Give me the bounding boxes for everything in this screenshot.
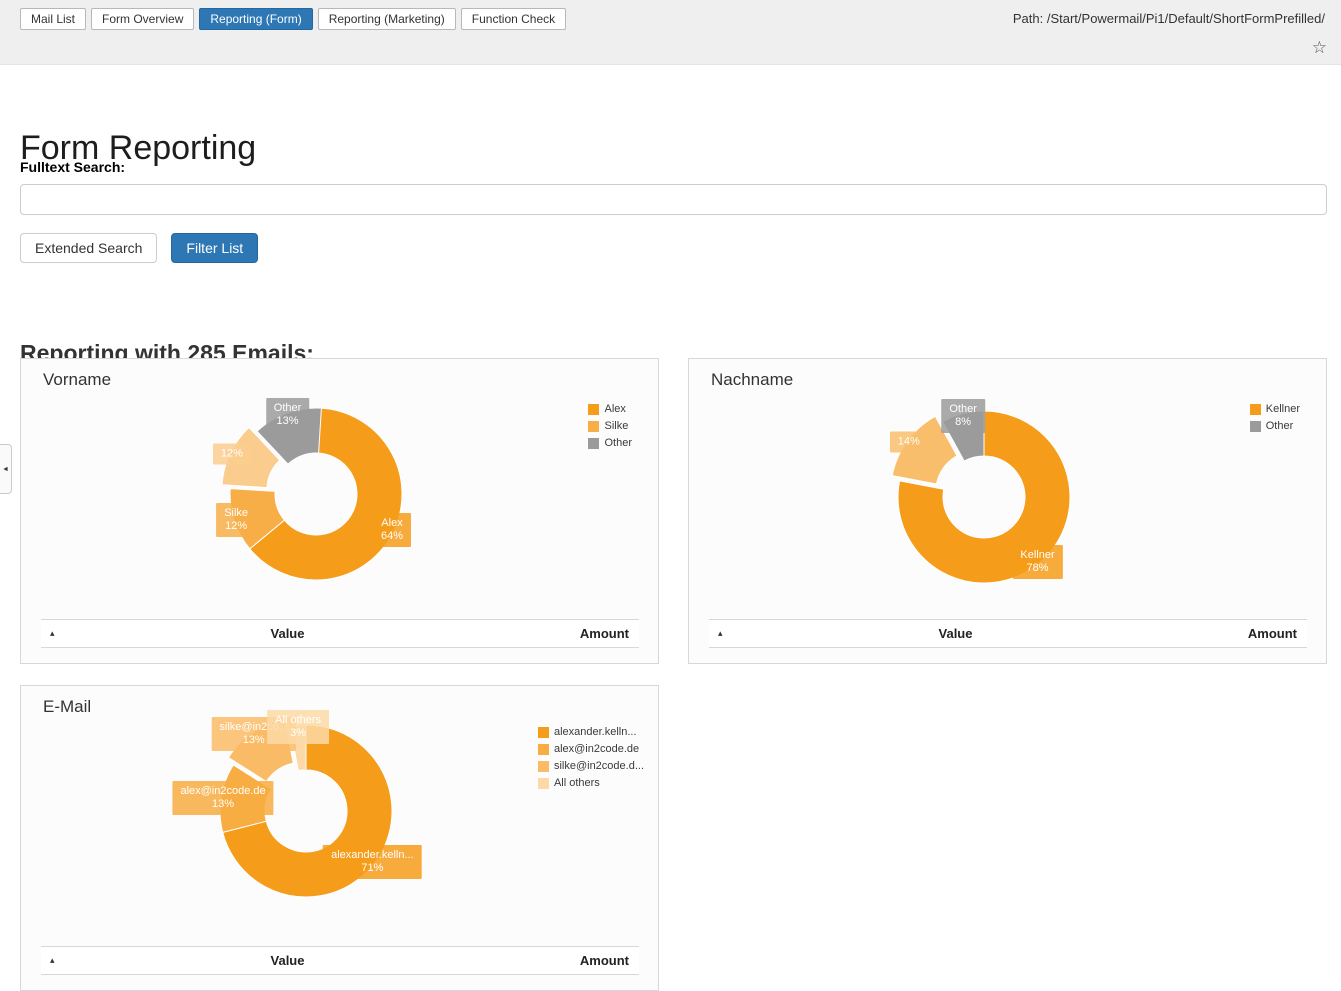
topbar: Mail List Form Overview Reporting (Form)… xyxy=(0,0,1341,65)
collapse-arrow-icon: ◄ xyxy=(2,466,9,473)
legend-swatch-icon xyxy=(538,778,549,789)
legend-item[interactable]: Other xyxy=(1250,420,1300,432)
results-table-header: ▴ Value Amount xyxy=(709,619,1307,648)
value-column-header[interactable]: Value xyxy=(76,626,499,641)
amount-column-header[interactable]: Amount xyxy=(499,626,639,641)
legend-swatch-icon xyxy=(588,404,599,415)
slice-label: 14% xyxy=(890,432,928,453)
panel-email: E-Mail alexander.kelln...71%alex@in2code… xyxy=(20,685,659,991)
slice-label: alexander.kelln...71% xyxy=(323,845,422,879)
search-button-row: Extended Search Filter List xyxy=(20,233,258,263)
legend-label: Alex xyxy=(604,403,625,415)
filter-list-button[interactable]: Filter List xyxy=(171,233,258,263)
slice-label: alex@in2code.de13% xyxy=(172,781,273,815)
sort-asc-icon[interactable]: ▴ xyxy=(41,628,76,639)
legend-item[interactable]: Kellner xyxy=(1250,403,1300,415)
breadcrumb-path: Path: /Start/Powermail/Pi1/Default/Short… xyxy=(1013,11,1325,26)
fulltext-search-input[interactable] xyxy=(20,184,1327,215)
topbar-button-reporting-marketing[interactable]: Reporting (Marketing) xyxy=(318,8,456,30)
sort-asc-icon[interactable]: ▴ xyxy=(41,955,76,966)
chart-legend: Kellner Other xyxy=(1250,403,1300,432)
panel-nachname: Nachname Kellner78%14%Other8% KellnerOth… xyxy=(688,358,1327,664)
legend-swatch-icon xyxy=(538,744,549,755)
bookmark-star-icon[interactable]: ☆ xyxy=(1312,38,1327,58)
legend-item[interactable]: silke@in2code.d... xyxy=(538,760,644,772)
module-button-group: Mail List Form Overview Reporting (Form)… xyxy=(20,8,566,30)
slice-label: Other13% xyxy=(266,398,310,432)
nachname-donut-chart xyxy=(689,359,1326,663)
nav-collapse-handle[interactable]: ◄ xyxy=(0,444,12,494)
legend-item[interactable]: alex@in2code.de xyxy=(538,743,644,755)
legend-label: Silke xyxy=(604,420,628,432)
slice-label: Other8% xyxy=(941,399,985,433)
legend-label: alexander.kelln... xyxy=(554,726,637,738)
legend-swatch-icon xyxy=(538,761,549,772)
legend-item[interactable]: All others xyxy=(538,777,644,789)
legend-item[interactable]: Other xyxy=(588,437,632,449)
slice-label: 12% xyxy=(213,444,251,465)
sort-asc-icon[interactable]: ▴ xyxy=(709,628,744,639)
chart-legend: Alex Silke Other xyxy=(588,403,632,449)
slice-label: Alex64% xyxy=(373,513,411,547)
legend-label: silke@in2code.d... xyxy=(554,760,644,772)
value-column-header[interactable]: Value xyxy=(744,626,1167,641)
legend-label: All others xyxy=(554,777,600,789)
slice-label: All others3% xyxy=(267,710,329,744)
legend-label: Other xyxy=(604,437,632,449)
value-column-header[interactable]: Value xyxy=(76,953,499,968)
chart-legend: alexander.kelln... alex@in2code.de silke@i… xyxy=(538,726,644,789)
results-table-header: ▴ Value Amount xyxy=(41,946,639,975)
legend-label: Kellner xyxy=(1266,403,1300,415)
legend-swatch-icon xyxy=(1250,421,1261,432)
chart-area: Alex64% Silke12% 12% Other13% xyxy=(21,359,658,663)
legend-label: alex@in2code.de xyxy=(554,743,639,755)
extended-search-button[interactable]: Extended Search xyxy=(20,233,157,263)
legend-swatch-icon xyxy=(538,727,549,738)
topbar-button-reporting-form[interactable]: Reporting (Form) xyxy=(199,8,312,30)
amount-column-header[interactable]: Amount xyxy=(499,953,639,968)
legend-swatch-icon xyxy=(1250,404,1261,415)
chart-area: Kellner78% 14% Other8% xyxy=(689,359,1326,663)
legend-item[interactable]: alexander.kelln... xyxy=(538,726,644,738)
legend-swatch-icon xyxy=(588,421,599,432)
slice-label: Kellner78% xyxy=(1012,545,1062,579)
vorname-donut-chart xyxy=(21,359,658,663)
amount-column-header[interactable]: Amount xyxy=(1167,626,1307,641)
legend-swatch-icon xyxy=(588,438,599,449)
panel-vorname: Vorname Alex64%Silke12%12%Other13% AlexS… xyxy=(20,358,659,664)
slice-label: Silke12% xyxy=(216,503,256,537)
results-table-header: ▴ Value Amount xyxy=(41,619,639,648)
topbar-button-function-check[interactable]: Function Check xyxy=(461,8,566,30)
legend-label: Other xyxy=(1266,420,1294,432)
fulltext-search-label: Fulltext Search: xyxy=(20,159,125,175)
legend-item[interactable]: Alex xyxy=(588,403,632,415)
topbar-button-mail-list[interactable]: Mail List xyxy=(20,8,86,30)
legend-item[interactable]: Silke xyxy=(588,420,632,432)
topbar-button-form-overview[interactable]: Form Overview xyxy=(91,8,194,30)
